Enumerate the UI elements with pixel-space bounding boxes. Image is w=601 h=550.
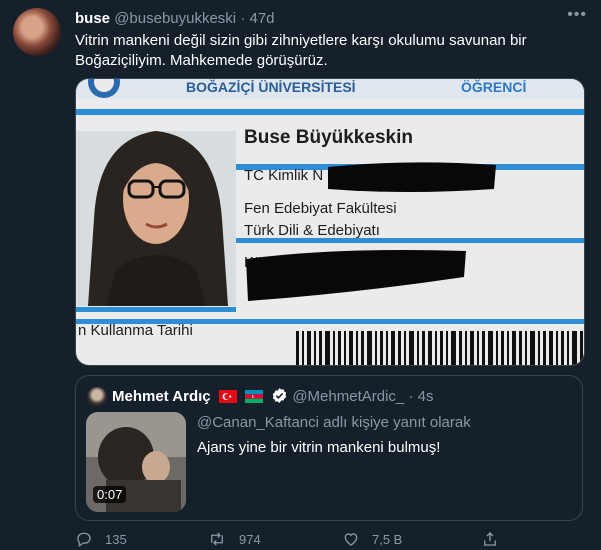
validity-label: n Kullanma Tarihi (78, 322, 193, 339)
turkey-flag-icon (218, 390, 237, 403)
video-duration: 0:07 (93, 486, 127, 503)
author-name[interactable]: buse (75, 10, 110, 27)
tweet[interactable]: buse @busebuyukkeski · 47d ••• Vitrin ma… (0, 0, 601, 548)
tweet-photo[interactable]: BOĞAZİÇİ ÜNİVERSİTESİ ÖĞRENCİ Buse Büyük… (75, 78, 585, 366)
quoted-avatar[interactable] (87, 387, 107, 407)
share-icon (484, 532, 496, 546)
avatar[interactable] (13, 8, 61, 56)
separator: · (240, 10, 246, 27)
tweet-actions: 135 974 7,5 B (75, 530, 575, 550)
student-name: Buse Büyükkeskin (244, 127, 413, 148)
reply-count: 135 (105, 531, 127, 547)
university-name: BOĞAZİÇİ ÜNİVERSİTESİ (186, 79, 356, 95)
student-id-card-photo: BOĞAZİÇİ ÜNİVERSİTESİ ÖĞRENCİ Buse Büyük… (76, 79, 584, 365)
retweet-icon (211, 532, 223, 546)
author-handle[interactable]: @busebuyukkeski (114, 10, 236, 27)
like-count: 7,5 B (372, 531, 403, 547)
share-button[interactable] (481, 530, 511, 548)
reply-context[interactable]: @Canan_Kaftanci adlı kişiye yanıt olarak (197, 414, 471, 431)
tc-label: TC Kimlik N (244, 167, 323, 184)
quoted-video-thumbnail[interactable]: 0:07 (86, 412, 186, 512)
quoted-author-handle[interactable]: @MehmetArdic_ (292, 388, 404, 405)
quoted-header: Mehmet Ardıç @MehmetArdic_ · 4s (112, 387, 433, 407)
verified-badge-icon (272, 388, 287, 403)
quoted-text: Ajans yine bir vitrin mankeni bulmuş! (197, 439, 441, 456)
quoted-author-name[interactable]: Mehmet Ardıç (112, 388, 211, 405)
quoted-tweet[interactable]: Mehmet Ardıç @MehmetArdic_ · 4s 0:07 @Ca… (75, 375, 583, 521)
department: Türk Dili & Edebiyatı (244, 222, 380, 239)
azerbaijan-flag-icon (244, 390, 263, 403)
redaction-mark (328, 162, 496, 192)
retweet-button[interactable]: 974 (207, 530, 261, 548)
tweet-text: Vitrin mankeni değil sizin gibi zihniyet… (75, 32, 527, 69)
more-options-icon[interactable]: ••• (567, 6, 587, 24)
retweet-count: 974 (239, 531, 261, 547)
faculty: Fen Edebiyat Fakültesi (244, 200, 397, 217)
card-role: ÖĞRENCİ (461, 79, 526, 95)
like-button[interactable]: 7,5 B (342, 530, 402, 548)
tweet-header: buse @busebuyukkeski · 47d (75, 9, 275, 29)
separator: · (408, 388, 414, 405)
reply-icon (77, 532, 91, 548)
quoted-time[interactable]: 4s (418, 388, 434, 405)
tweet-time[interactable]: 47d (250, 10, 275, 27)
heart-icon (344, 533, 358, 546)
reply-button[interactable]: 135 (75, 530, 127, 548)
